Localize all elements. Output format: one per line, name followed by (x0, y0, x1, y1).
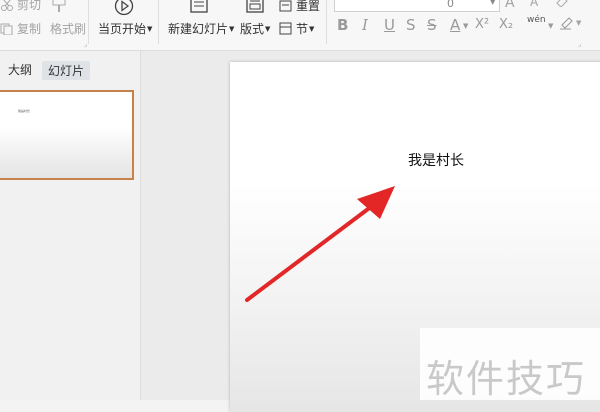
arrow-shaft (245, 204, 374, 302)
watermark-text: 软件技巧 (426, 357, 587, 401)
